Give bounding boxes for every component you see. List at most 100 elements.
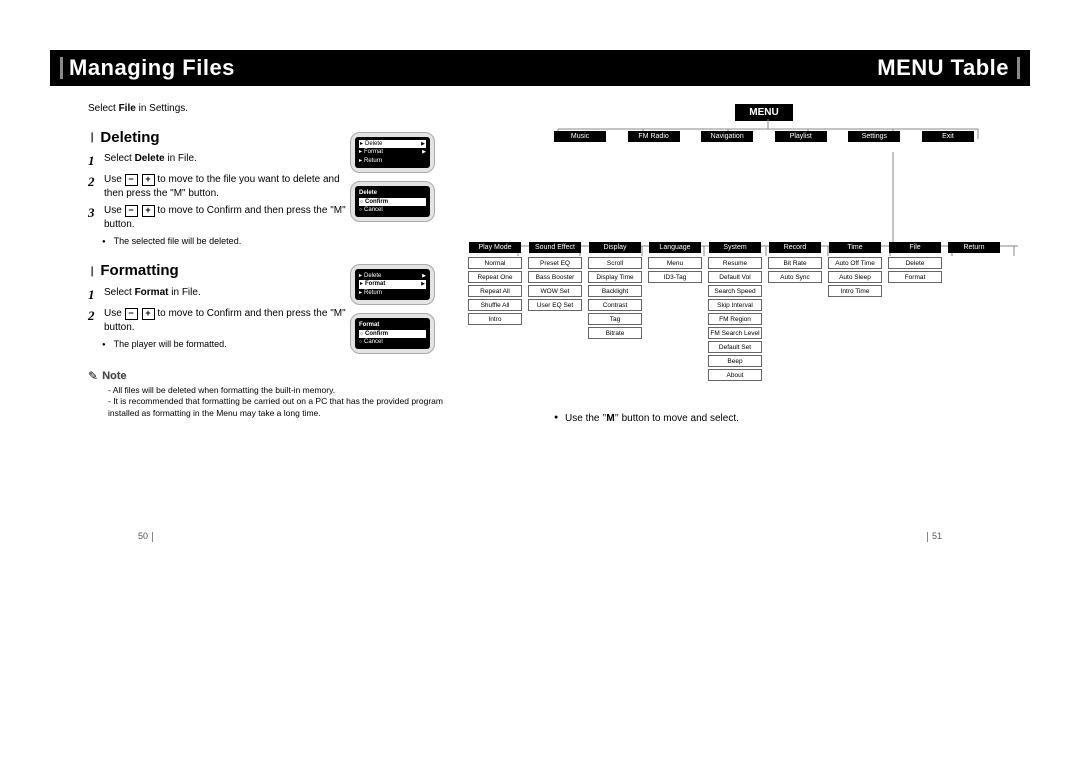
section-title: Deleting	[100, 128, 159, 148]
header-divider-icon	[1017, 57, 1020, 79]
bullet-icon	[102, 338, 110, 350]
settings-leaf: User EQ Set	[528, 299, 582, 311]
settings-leaf: Auto Sync	[768, 271, 822, 283]
header-left-group: Managing Files	[60, 55, 235, 81]
step-number: 3	[88, 204, 98, 222]
bullet-icon	[102, 235, 110, 247]
step-number: 2	[88, 173, 98, 191]
lcd-line: Return	[359, 157, 426, 165]
text: Use	[104, 174, 125, 185]
text: Use	[104, 308, 125, 319]
text: button to move and select.	[619, 413, 739, 424]
settings-leaf: Default Vol	[708, 271, 762, 283]
text: in File.	[165, 153, 197, 164]
text: Select	[104, 153, 135, 164]
step-text: Select Delete in File.	[104, 152, 197, 166]
lcd-line: Format	[359, 321, 426, 329]
text-bold: File	[119, 103, 136, 114]
settings-leaf: Default Set	[708, 341, 762, 353]
section-title: Formatting	[100, 261, 178, 281]
settings-leaf: Skip Interval	[708, 299, 762, 311]
settings-leaf: FM Search Level	[708, 327, 762, 339]
settings-leaf: Display Time	[588, 271, 642, 283]
step-number: 1	[88, 286, 98, 304]
note-line: - All files will be deleted when formatt…	[108, 385, 468, 396]
settings-sub-header: Return	[948, 242, 1000, 253]
settings-leaf: Contrast	[588, 299, 642, 311]
settings-sub-column: SystemResumeDefault VolSearch SpeedSkip …	[708, 242, 762, 383]
text: in Settings.	[136, 103, 188, 114]
text: Use the	[565, 413, 602, 424]
header-bar: Managing Files MENU Table	[50, 50, 1030, 86]
menu-tree: MENU	[498, 96, 1030, 424]
text: Select	[88, 103, 119, 114]
minus-plus-icon: −+	[125, 308, 155, 320]
left-column: Select File in Settings. ❙ Deleting 1 Se…	[50, 96, 478, 424]
text: The player will be formatted.	[114, 338, 227, 350]
lcd-line: Delete	[359, 189, 426, 197]
minus-plus-icon: −+	[125, 174, 155, 186]
settings-leaf: Bass Booster	[528, 271, 582, 283]
menu-node-fmradio: FM Radio	[628, 131, 680, 142]
settings-leaf: Bitrate	[588, 327, 642, 339]
lcd-line: Confirm	[359, 330, 426, 338]
settings-leaf: FM Region	[708, 313, 762, 325]
page-number-left: 50	[138, 531, 157, 542]
settings-sub-column: Sound Effect Preset EQ Bass Booster WOW Set…	[528, 242, 582, 383]
bullet-icon: ●	[554, 414, 558, 421]
lcd-line: Format	[359, 280, 426, 288]
settings-leaf: Tag	[588, 313, 642, 325]
text: Select	[104, 287, 135, 298]
sheet: Managing Files MENU Table Select File in…	[50, 50, 1030, 550]
settings-leaf: About	[708, 369, 762, 381]
note-header: ✎ Note	[88, 368, 478, 384]
settings-leaf: Intro Time	[828, 285, 882, 297]
menu-node-playlist: Playlist	[775, 131, 827, 142]
header-divider-icon	[60, 57, 63, 79]
settings-leaf: Auto Sleep	[828, 271, 882, 283]
step-text: Use −+ to move to Confirm and then press…	[104, 307, 354, 334]
page-title-right: MENU Table	[877, 55, 1009, 81]
settings-leaf: Format	[888, 271, 942, 283]
settings-sub-header: Record	[769, 242, 821, 253]
settings-leaf: WOW Set	[528, 285, 582, 297]
settings-sub-column: Play ModeNormalRepeat OneRepeat AllShuff…	[468, 242, 522, 383]
settings-leaf: Resume	[708, 257, 762, 269]
menu-node-exit: Exit	[922, 131, 974, 142]
text-bold: Format	[135, 287, 169, 298]
minus-plus-icon: −+	[125, 205, 155, 217]
lcd-deleting-menu: Delete Format Return Delete Confirm Canc…	[350, 132, 435, 230]
settings-leaf: Auto Off Time	[828, 257, 882, 269]
note-body: - All files will be deleted when formatt…	[108, 385, 468, 419]
lcd-line: Return	[359, 289, 426, 297]
lcd-line: Delete	[359, 272, 426, 280]
menu-root: MENU	[735, 104, 792, 121]
lcd-formatting-menu: Delete Format Return Format Confirm Canc…	[350, 264, 435, 362]
step-number: 1	[88, 152, 98, 170]
step-number: 2	[88, 307, 98, 325]
settings-leaf: Preset EQ	[528, 257, 582, 269]
lcd-line: Format	[359, 148, 426, 156]
document-spread: Managing Files MENU Table Select File in…	[0, 0, 1080, 763]
settings-sub-header: Sound Effect	[529, 242, 581, 253]
settings-leaf: ID3-Tag	[648, 271, 702, 283]
text-bold: M	[606, 413, 614, 424]
settings-leaf: Normal	[468, 257, 522, 269]
menu-node-settings: Settings	[848, 131, 900, 142]
pencil-icon: ✎	[88, 368, 98, 384]
note-label: Note	[102, 369, 126, 384]
deleting-bullet: The selected file will be deleted.	[102, 235, 478, 247]
settings-leaf: Menu	[648, 257, 702, 269]
lcd-line: Cancel	[359, 206, 426, 214]
menu-node-navigation: Navigation	[701, 131, 753, 142]
settings-leaf: Backlight	[588, 285, 642, 297]
settings-subtree: Play ModeNormalRepeat OneRepeat AllShuff…	[468, 242, 1000, 383]
lcd-line: Cancel	[359, 338, 426, 346]
settings-sub-column: RecordBit RateAuto Sync	[768, 242, 822, 383]
settings-leaf: Repeat All	[468, 285, 522, 297]
note-line: - It is recommended that formatting be c…	[108, 396, 468, 419]
menu-top-row: Music FM Radio Navigation Playlist Setti…	[554, 131, 974, 142]
settings-sub-column: LanguageMenuID3-Tag	[648, 242, 702, 383]
page-title-left: Managing Files	[69, 55, 235, 81]
right-column: MENU	[478, 96, 1030, 424]
